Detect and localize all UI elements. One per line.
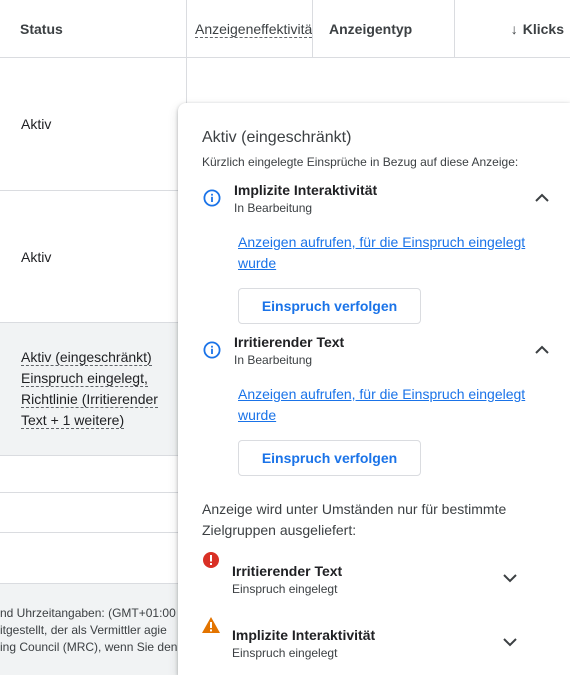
chevron-down-icon[interactable] [500, 568, 520, 588]
footer-text: itgestellt, der als Vermittler agie [0, 623, 167, 637]
info-icon [203, 189, 221, 207]
status-line: Richtlinie (Irritierender [21, 391, 158, 408]
view-appealed-ads-link[interactable]: Anzeigen aufrufen, für die Einspruch ein… [238, 384, 548, 426]
error-icon [202, 551, 220, 569]
status-line: Aktiv (eingeschränkt) [21, 349, 152, 366]
limited-serving-text: Anzeige wird unter Umständen nur für bes… [202, 501, 507, 538]
column-header-status-label: Status [20, 21, 63, 37]
column-divider [312, 0, 313, 58]
popover-title: Aktiv (eingeschränkt) [202, 129, 352, 146]
chevron-up-icon[interactable] [532, 340, 552, 360]
appeal-status: In Bearbeitung [234, 353, 313, 367]
track-appeal-button[interactable]: Einspruch verfolgen [238, 288, 421, 324]
sort-descending-icon: ↓ [510, 21, 518, 37]
info-icon [203, 341, 221, 359]
view-appealed-ads-link[interactable]: Anzeigen aufrufen, für die Einspruch ein… [238, 232, 548, 274]
column-header-status[interactable]: Status [0, 0, 186, 58]
status-line: Text + 1 weitere) [21, 412, 125, 429]
status-line: Einspruch eingelegt, [21, 370, 148, 387]
status-cell: Aktiv [21, 249, 52, 265]
status-cell: Aktiv [21, 116, 52, 132]
column-header-type-label: Anzeigentyp [329, 21, 413, 37]
table-footer: nd Uhrzeitangaben: (GMT+01:00 itgestellt… [0, 583, 178, 675]
footer-text: nd Uhrzeitangaben: (GMT+01:00 [0, 606, 176, 620]
warning-icon [201, 616, 220, 634]
appeal-title: Implizite Interaktivität [234, 182, 378, 198]
status-details-popover: Aktiv (eingeschränkt) Kürzlich eingelegt… [178, 103, 570, 675]
column-header-type[interactable]: Anzeigentyp [313, 0, 453, 58]
popover-subtitle: Kürzlich eingelegte Einsprüche in Bezug … [202, 155, 519, 169]
chevron-down-icon[interactable] [500, 632, 520, 652]
table-header: Status Anzeigeneffektivität Anzeigentyp … [0, 0, 570, 58]
appeal-title: Irritierender Text [234, 334, 345, 350]
column-header-clicks[interactable]: ↓ Klicks [454, 0, 570, 58]
policy-title: Implizite Interaktivität [232, 627, 376, 643]
column-header-effectiveness[interactable]: Anzeigeneffektivität [187, 0, 312, 58]
column-divider [454, 0, 455, 58]
column-divider [186, 0, 187, 58]
track-appeal-button[interactable]: Einspruch verfolgen [238, 440, 421, 476]
column-header-effectiveness-label: Anzeigeneffektivität [195, 20, 312, 38]
chevron-up-icon[interactable] [532, 188, 552, 208]
policy-status: Einspruch eingelegt [232, 646, 338, 660]
footer-text: ing Council (MRC), wenn Sie den [0, 640, 178, 654]
policy-title: Irritierender Text [232, 563, 343, 579]
column-header-clicks-label: Klicks [522, 21, 564, 37]
policy-status: Einspruch eingelegt [232, 582, 338, 596]
appeal-status: In Bearbeitung [234, 201, 313, 215]
status-cell-limited[interactable]: Aktiv (eingeschränkt) Einspruch eingeleg… [21, 347, 158, 431]
